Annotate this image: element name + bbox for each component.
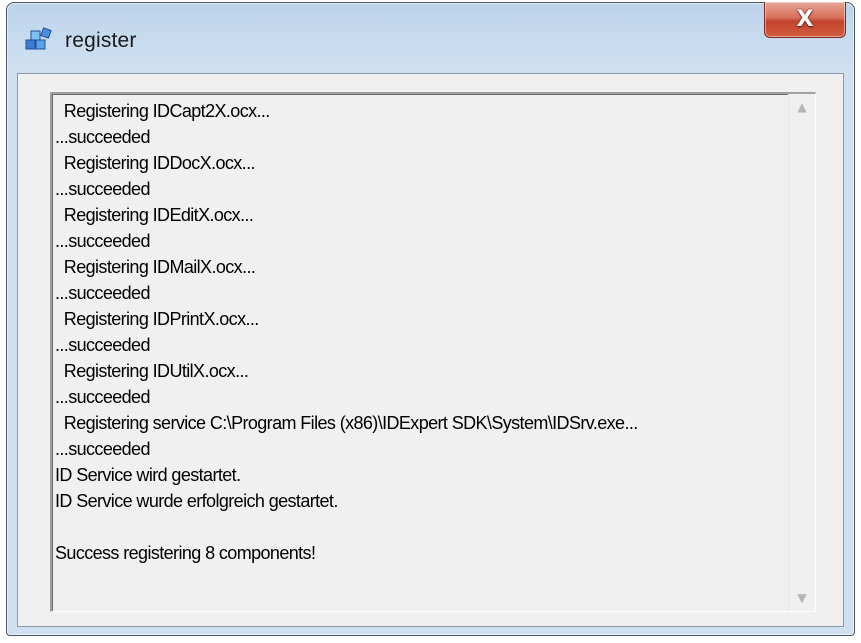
close-icon: X (796, 6, 814, 32)
log-line: Registering IDMailX.ocx... (55, 257, 256, 277)
scroll-down-icon[interactable]: ▼ (789, 585, 815, 611)
close-button[interactable]: X (764, 2, 846, 38)
log-line: ...succeeded (55, 179, 150, 199)
log-line: Registering IDDocX.ocx... (55, 153, 256, 173)
log-line: ...succeeded (55, 231, 150, 251)
registry-app-icon (25, 27, 52, 50)
vertical-scrollbar[interactable]: ▲ ▼ (788, 94, 815, 611)
log-line: ID Service wurde erfolgreich gestartet. (55, 491, 338, 511)
log-output-box[interactable]: Registering IDCapt2X.ocx... ...succeeded … (50, 92, 816, 612)
log-line: ...succeeded (55, 283, 150, 303)
log-line: Registering IDPrintX.ocx... (55, 309, 259, 329)
scroll-up-icon[interactable]: ▲ (789, 94, 815, 120)
log-line: ...succeeded (55, 127, 150, 147)
log-line: Success registering 8 components! (55, 543, 316, 563)
log-line: ID Service wird gestartet. (55, 465, 241, 485)
log-line: ...succeeded (55, 439, 150, 459)
log-line: ...succeeded (55, 335, 150, 355)
title-bar[interactable]: register X (7, 2, 854, 73)
log-text: Registering IDCapt2X.ocx... ...succeeded … (55, 98, 785, 566)
log-line: Registering IDCapt2X.ocx... (55, 101, 271, 121)
log-line: Registering IDUtilX.ocx... (55, 361, 249, 381)
log-line: ...succeeded (55, 387, 150, 407)
log-line: Registering IDEditX.ocx... (55, 205, 254, 225)
log-line: Registering service C:\Program Files (x8… (55, 413, 638, 433)
client-area: Registering IDCapt2X.ocx... ...succeeded … (17, 73, 844, 627)
register-window: register X Registering IDCapt2X.ocx.....… (6, 2, 855, 636)
window-title: register (65, 29, 137, 52)
